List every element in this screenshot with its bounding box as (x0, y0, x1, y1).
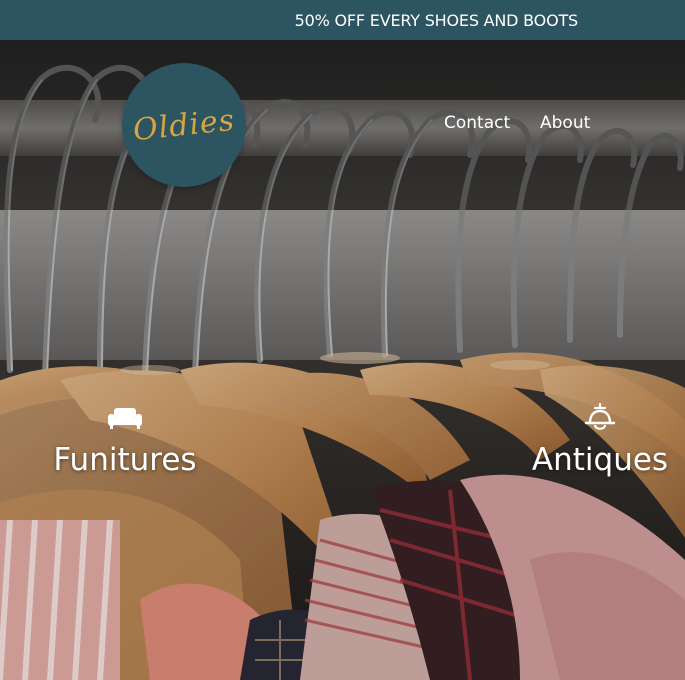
category-label: Antiques (531, 442, 669, 478)
bell-icon (583, 400, 617, 436)
logo[interactable]: Oldies (122, 63, 246, 187)
promo-bar: 50% OFF EVERY SHOES AND BOOTS (0, 0, 685, 40)
nav-link-contact[interactable]: Contact (444, 113, 510, 133)
nav-link-about[interactable]: About (540, 113, 590, 133)
logo-text: Oldies (131, 102, 237, 148)
category-furnitures[interactable]: Funitures (52, 400, 198, 478)
category-label: Funitures (53, 442, 197, 478)
page: 50% OFF EVERY SHOES AND BOOTS Oldies Con… (0, 0, 685, 680)
sofa-icon (107, 400, 143, 436)
category-antiques[interactable]: Antiques (528, 400, 672, 478)
promo-text: 50% OFF EVERY SHOES AND BOOTS (294, 10, 579, 30)
